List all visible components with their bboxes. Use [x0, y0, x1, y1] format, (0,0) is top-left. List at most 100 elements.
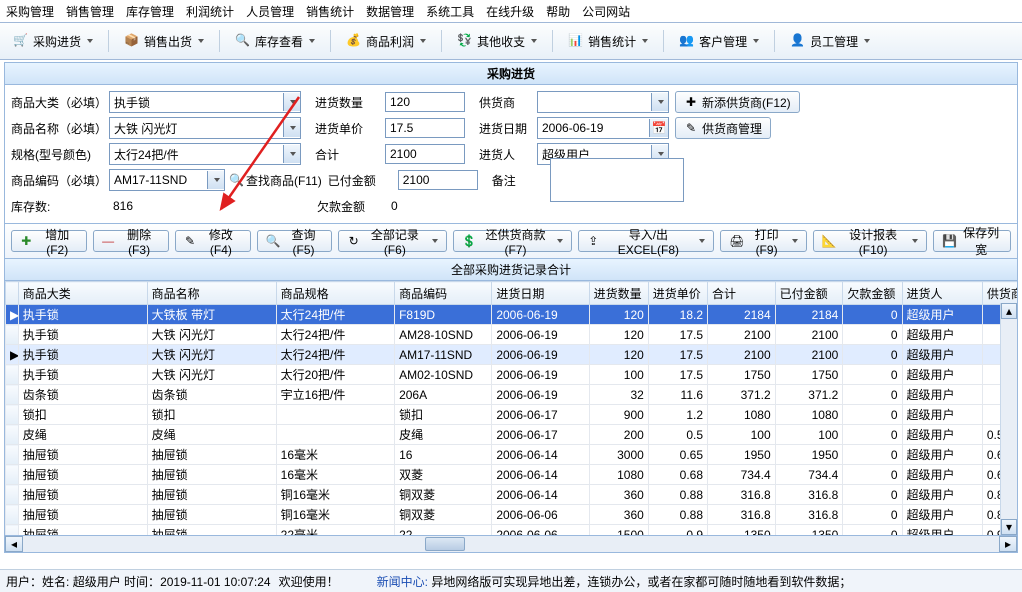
records-table[interactable]: 商品大类商品名称商品规格商品编码进货日期进货数量进货单价合计已付金额欠款金额进货… — [5, 281, 1018, 536]
design-button[interactable]: 📐设计报表(F10) — [813, 230, 927, 252]
label-category: 商品大类（必填） — [5, 94, 109, 111]
menu-item[interactable]: 销售统计 — [306, 3, 354, 20]
date-combo[interactable]: 📅 — [537, 117, 669, 139]
column-header[interactable]: 商品编码 — [395, 282, 492, 305]
toolbar-staff-button[interactable]: 👤员工管理 — [783, 30, 877, 53]
scroll-up-icon[interactable]: ▴ — [1001, 303, 1017, 319]
table-row[interactable]: 皮绳皮绳皮绳2006-06-172000.51001000超级用户0.50 — [6, 425, 1019, 445]
table-row[interactable]: 执手锁大铁 闪光灯太行24把/件AM28-10SND2006-06-191201… — [6, 325, 1019, 345]
supplier-input[interactable] — [538, 93, 651, 111]
column-header[interactable]: 商品名称 — [147, 282, 276, 305]
price-input[interactable] — [385, 118, 465, 138]
column-header[interactable]: 合计 — [708, 282, 776, 305]
chevron-down-icon — [642, 39, 648, 43]
supplier-combo[interactable] — [537, 91, 669, 113]
horizontal-scrollbar[interactable]: ◂ ▸ — [4, 536, 1018, 553]
menu-item[interactable]: 在线升级 — [486, 3, 534, 20]
column-header[interactable]: 商品规格 — [276, 282, 394, 305]
dropdown-icon[interactable] — [283, 145, 300, 163]
menu-item[interactable]: 数据管理 — [366, 3, 414, 20]
dropdown-icon[interactable] — [651, 93, 668, 111]
savecol-button[interactable]: 💾保存列宽 — [933, 230, 1011, 252]
table-row[interactable]: 抽屉锁抽屉锁铜16毫米铜双菱2006-06-143600.88316.8316.… — [6, 485, 1019, 505]
toolbar-cust-button[interactable]: 👥客户管理 — [672, 30, 766, 53]
chevron-down-icon — [912, 239, 918, 243]
table-row[interactable]: 齿条锁齿条锁宇立16把/件206A2006-06-193211.6371.237… — [6, 385, 1019, 405]
dropdown-icon[interactable] — [207, 171, 224, 189]
calendar-icon[interactable]: 📅 — [649, 119, 668, 137]
scroll-thumb[interactable] — [425, 537, 465, 551]
column-header[interactable]: 商品大类 — [18, 282, 147, 305]
supplier-mgmt-button[interactable]: ✎供货商管理 — [675, 117, 771, 139]
menu-item[interactable]: 利润统计 — [186, 3, 234, 20]
vertical-scrollbar[interactable]: ▴ ▾ — [1000, 303, 1017, 535]
dropdown-icon[interactable] — [283, 93, 300, 111]
label-code: 商品编码（必填） — [5, 172, 109, 189]
column-header[interactable]: 欠款金额 — [843, 282, 902, 305]
scroll-left-icon[interactable]: ◂ — [5, 536, 23, 552]
table-row[interactable]: 抽屉锁抽屉锁16毫米162006-06-1430000.65195019500超… — [6, 445, 1019, 465]
chevron-down-icon — [309, 39, 315, 43]
table-row[interactable]: 抽屉锁抽屉锁16毫米双菱2006-06-1410800.68734.4734.4… — [6, 465, 1019, 485]
status-bar: 用户：姓名: 超级用户 时间：2019-11-01 10:07:24 欢迎使用！… — [0, 569, 1022, 592]
table-row[interactable]: ▶执手锁大铁板 带灯太行24把/件F819D2006-06-1912018.22… — [6, 305, 1019, 325]
menu-item[interactable]: 公司网站 — [582, 3, 630, 20]
qty-input[interactable] — [385, 92, 465, 112]
excel-button[interactable]: ⇪导入/出EXCEL(F8) — [578, 230, 714, 252]
menu-item[interactable]: 帮助 — [546, 3, 570, 20]
menu-item[interactable]: 采购管理 — [6, 3, 54, 20]
column-header[interactable]: 已付金额 — [775, 282, 843, 305]
date-input[interactable] — [538, 119, 649, 137]
del-button[interactable]: —删除(F3) — [93, 230, 169, 252]
toolbar-stats-button[interactable]: 📊销售统计 — [561, 30, 655, 53]
add-button[interactable]: ✚增加(F2) — [11, 230, 87, 252]
category-combo[interactable] — [109, 91, 301, 113]
menu-item[interactable]: 系统工具 — [426, 3, 474, 20]
code-combo[interactable] — [109, 169, 225, 191]
paid-input[interactable] — [398, 170, 478, 190]
table-row[interactable]: ▶执手锁大铁 闪光灯太行24把/件AM17-11SND2006-06-19120… — [6, 345, 1019, 365]
column-header[interactable]: 进货数量 — [589, 282, 648, 305]
status-news: 新闻中心: 异地网络版可实现异地出差，连锁办公，或者在家都可随时随地看到软件数据… — [377, 573, 852, 590]
owe-button[interactable]: 💲还供货商款(F7) — [453, 230, 572, 252]
profit-icon: 💰 — [346, 33, 362, 49]
dropdown-icon[interactable] — [283, 119, 300, 137]
code-input[interactable] — [110, 171, 207, 189]
remark-input[interactable] — [550, 158, 684, 202]
table-row[interactable]: 抽屉锁抽屉锁铜16毫米铜双菱2006-06-063600.88316.8316.… — [6, 505, 1019, 525]
toolbar-out-button[interactable]: 📦销售出货 — [117, 30, 211, 53]
new-supplier-button[interactable]: ✚新添供货商(F12) — [675, 91, 800, 113]
column-header[interactable]: 进货单价 — [648, 282, 707, 305]
query-icon: 🔍 — [266, 234, 280, 248]
status-welcome: 欢迎使用！ — [279, 573, 339, 590]
toolbar-stock-button[interactable]: 🔍库存查看 — [228, 30, 322, 53]
column-header[interactable]: 进货日期 — [492, 282, 589, 305]
menu-item[interactable]: 销售管理 — [66, 3, 114, 20]
menu-item[interactable]: 库存管理 — [126, 3, 174, 20]
column-header[interactable]: 进货人 — [902, 282, 982, 305]
table-row[interactable]: 执手锁大铁 闪光灯太行20把/件AM02-10SND2006-06-191001… — [6, 365, 1019, 385]
chevron-down-icon — [792, 239, 798, 243]
all-button[interactable]: ↻全部记录(F6) — [338, 230, 446, 252]
toolbar-other-button[interactable]: 💱其他收支 — [450, 30, 544, 53]
scroll-down-icon[interactable]: ▾ — [1001, 519, 1017, 535]
menu-item[interactable]: 人员管理 — [246, 3, 294, 20]
query-button[interactable]: 🔍查询(F5) — [257, 230, 333, 252]
toolbar-profit-button[interactable]: 💰商品利润 — [339, 30, 433, 53]
table-row[interactable]: 抽屉锁抽屉锁22毫米222006-06-0615000.9135013500超级… — [6, 525, 1019, 537]
edit-button[interactable]: ✎修改(F4) — [175, 230, 251, 252]
total-input[interactable] — [385, 144, 465, 164]
scroll-right-icon[interactable]: ▸ — [999, 536, 1017, 552]
print-button[interactable]: 🖨打印(F9) — [720, 230, 807, 252]
spec-combo[interactable] — [109, 143, 301, 165]
toolbar-cart-button[interactable]: 🛒采购进货 — [6, 30, 100, 53]
other-icon: 💱 — [457, 33, 473, 49]
find-product-button[interactable]: 🔍查找商品(F11) — [229, 172, 322, 189]
record-toolbar: ✚增加(F2) —删除(F3) ✎修改(F4) 🔍查询(F5)↻全部记录(F6) 💲还供… — [4, 224, 1018, 259]
table-row[interactable]: 锁扣锁扣锁扣2006-06-179001.2108010800超级用户 — [6, 405, 1019, 425]
category-input[interactable] — [110, 93, 283, 111]
spec-input[interactable] — [110, 145, 283, 163]
name-input[interactable] — [110, 119, 283, 137]
name-combo[interactable] — [109, 117, 301, 139]
column-header[interactable]: 供货商 — [982, 282, 1018, 305]
